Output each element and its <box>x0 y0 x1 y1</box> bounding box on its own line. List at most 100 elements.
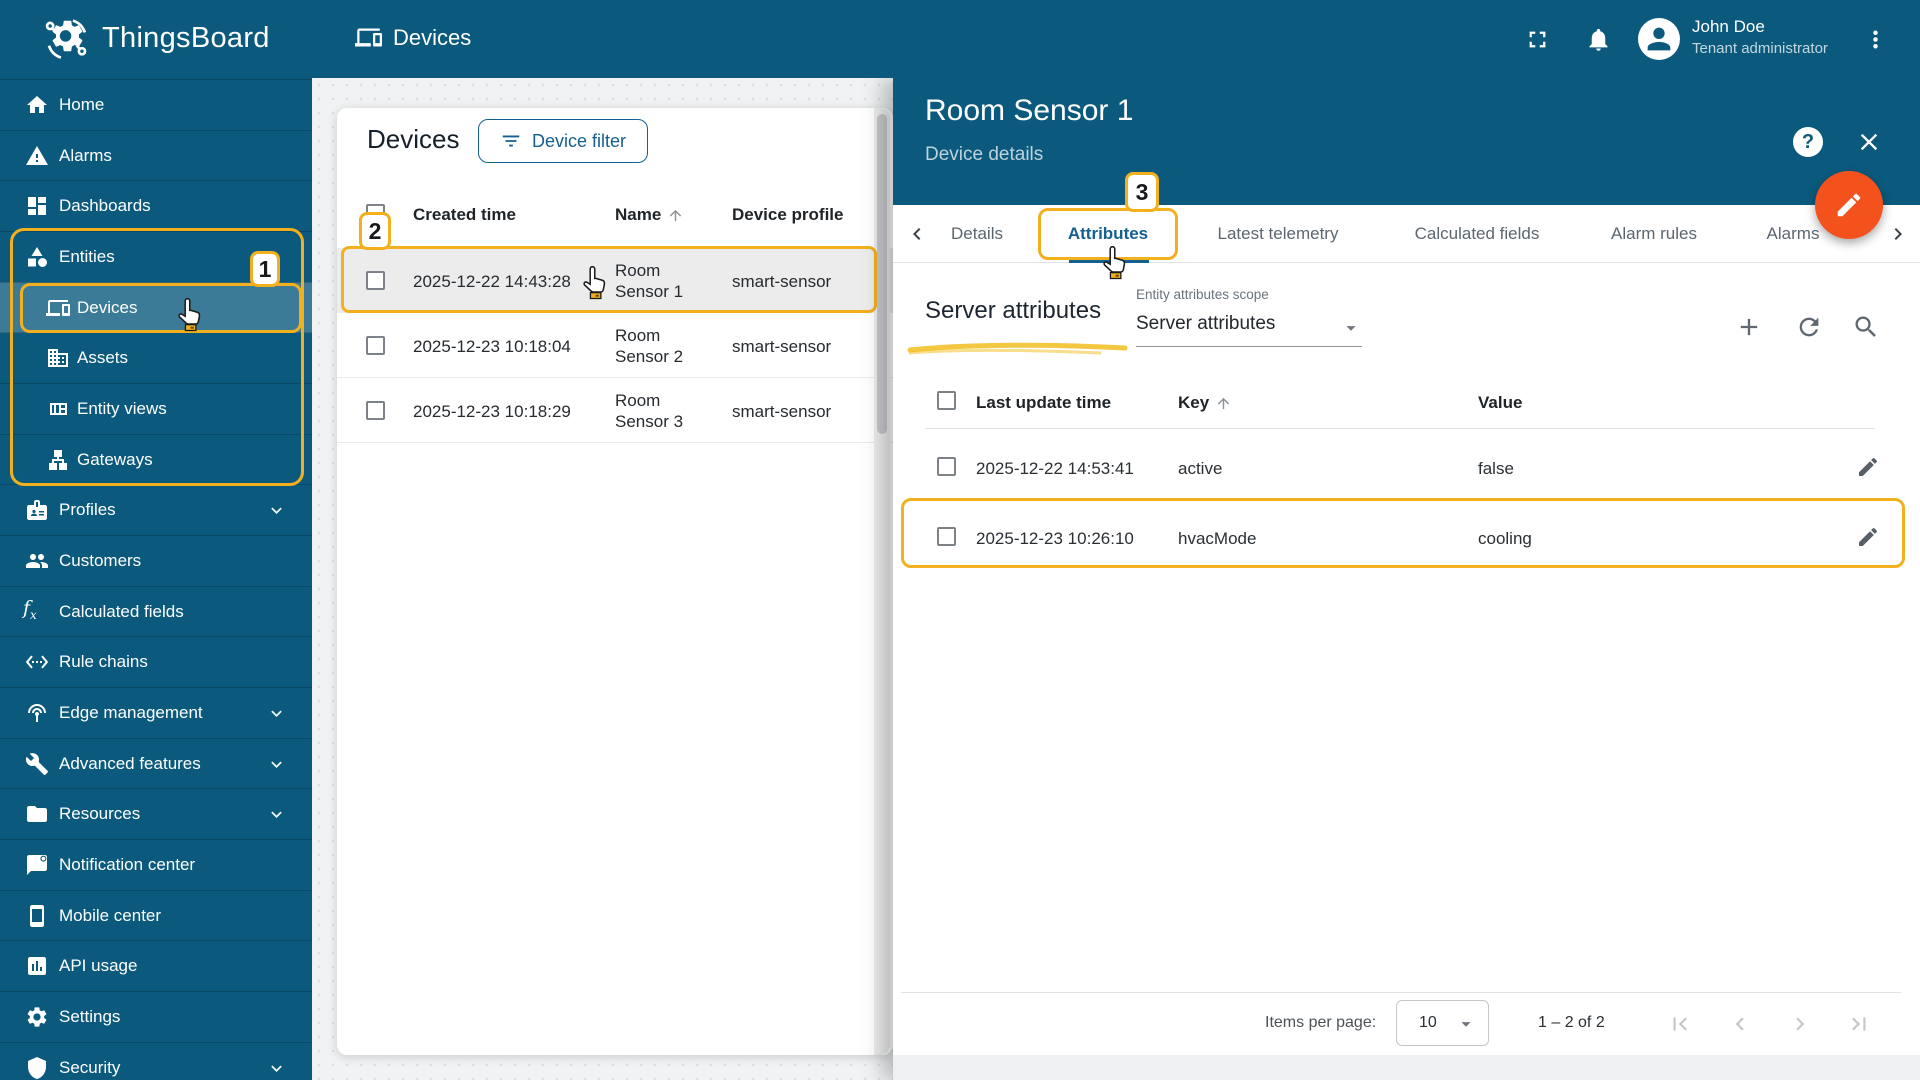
sidebar-item-gateways[interactable]: Gateways <box>0 434 312 485</box>
scrollbar-thumb[interactable] <box>877 114 887 434</box>
refresh-icon[interactable] <box>1795 313 1823 341</box>
previous-page-icon[interactable] <box>1727 1011 1753 1037</box>
badge-icon <box>25 498 49 522</box>
fullscreen-icon[interactable] <box>1524 26 1551 53</box>
select-all-checkbox[interactable] <box>937 391 956 410</box>
device-name-cell: Room Sensor 2 <box>615 326 684 366</box>
value-cell: false <box>1478 459 1514 478</box>
tab-alarms[interactable]: Alarms <box>1767 205 1820 263</box>
edit-pencil-icon[interactable] <box>1856 525 1880 549</box>
sidebar-item-assets[interactable]: Assets <box>0 332 312 383</box>
search-icon[interactable] <box>1852 313 1880 341</box>
device-row-1[interactable]: 2025-12-22 14:43:28 Room Sensor 1 smart-… <box>337 248 893 313</box>
device-filter-button[interactable]: Device filter <box>478 119 648 163</box>
notifications-bell-icon[interactable] <box>1585 26 1612 53</box>
hand-drawn-underline <box>907 342 1128 355</box>
sidebar-item-entity-views[interactable]: Entity views <box>0 383 312 434</box>
add-attribute-icon[interactable] <box>1735 313 1763 341</box>
items-per-page-select[interactable]: 10 <box>1396 1000 1489 1046</box>
sidebar-item-rule-chains[interactable]: Rule chains <box>0 636 312 687</box>
devices-panel-title: Devices <box>367 124 460 154</box>
sidebar-item-notification-center[interactable]: Notification center <box>0 839 312 890</box>
sidebar-item-mobile-center[interactable]: Mobile center <box>0 890 312 941</box>
device-row-2[interactable]: 2025-12-23 10:18:04 Room Sensor 2 smart-… <box>337 313 893 378</box>
breadcrumb[interactable]: Devices <box>355 24 471 51</box>
tab-details[interactable]: Details <box>951 205 1003 263</box>
sidebar: Home Alarms Dashboards Entities Devices … <box>0 78 312 1080</box>
column-name[interactable]: Name <box>615 205 684 225</box>
sidebar-item-edge-management[interactable]: Edge management <box>0 687 312 738</box>
row-checkbox[interactable] <box>366 401 385 420</box>
tools-icon <box>25 752 49 776</box>
column-last-update-time[interactable]: Last update time <box>976 393 1111 413</box>
row-checkbox[interactable] <box>937 527 956 546</box>
help-icon[interactable]: ? <box>1793 127 1823 157</box>
sidebar-item-alarms[interactable]: Alarms <box>0 130 312 181</box>
column-key[interactable]: Key <box>1178 393 1232 413</box>
sidebar-item-resources[interactable]: Resources <box>0 788 312 839</box>
home-icon <box>25 93 49 117</box>
column-device-profile[interactable]: Device profile <box>732 205 844 225</box>
sidebar-item-dashboards[interactable]: Dashboards <box>0 180 312 231</box>
sidebar-item-calculated-fields[interactable]: fx Calculated fields <box>0 586 312 637</box>
step-marker-1: 1 <box>250 251 280 287</box>
sidebar-item-settings[interactable]: Settings <box>0 991 312 1042</box>
sidebar-item-devices[interactable]: Devices <box>0 282 312 333</box>
sidebar-item-home[interactable]: Home <box>0 79 312 130</box>
column-created-time[interactable]: Created time <box>413 205 516 225</box>
scope-select[interactable]: Server attributes <box>1136 305 1362 347</box>
tab-alarm-rules[interactable]: Alarm rules <box>1611 205 1697 263</box>
sidebar-item-customers[interactable]: Customers <box>0 535 312 586</box>
first-page-icon[interactable] <box>1667 1011 1693 1037</box>
sort-asc-icon <box>1215 395 1232 412</box>
chevron-down-icon <box>266 1058 287 1079</box>
divider <box>901 992 1901 993</box>
sidebar-item-api-usage[interactable]: API usage <box>0 940 312 991</box>
tabs-scroll-left-icon[interactable] <box>905 222 929 246</box>
next-page-icon[interactable] <box>1787 1011 1813 1037</box>
column-value[interactable]: Value <box>1478 393 1522 413</box>
sidebar-item-security[interactable]: Security <box>0 1042 312 1080</box>
close-icon[interactable] <box>1855 128 1883 156</box>
device-profile-cell: smart-sensor <box>732 337 832 356</box>
hand-cursor-icon <box>175 297 203 334</box>
created-time-cell: 2025-12-23 10:18:29 <box>413 402 571 421</box>
user-info[interactable]: John Doe Tenant administrator <box>1692 16 1828 60</box>
row-checkbox[interactable] <box>366 336 385 355</box>
attributes-table-header: Last update time Key Value <box>893 381 1920 425</box>
gear-icon <box>25 1005 49 1029</box>
chevron-down-icon <box>266 500 287 521</box>
attribute-row-hvacmode[interactable]: 2025-12-23 10:26:10 hvacMode cooling <box>893 503 1920 571</box>
warning-icon <box>25 144 49 168</box>
sidebar-item-advanced-features[interactable]: Advanced features <box>0 738 312 789</box>
chevron-down-icon <box>266 754 287 775</box>
tab-latest-telemetry[interactable]: Latest telemetry <box>1218 205 1339 263</box>
tab-calculated-fields[interactable]: Calculated fields <box>1415 205 1540 263</box>
more-vert-icon[interactable] <box>1862 26 1889 53</box>
avatar[interactable] <box>1638 18 1680 60</box>
attribute-row-active[interactable]: 2025-12-22 14:53:41 active false <box>893 433 1920 501</box>
notification-bubble-icon <box>25 853 49 877</box>
rule-chain-icon <box>25 650 49 674</box>
last-update-cell: 2025-12-22 14:53:41 <box>976 459 1134 478</box>
devices-scrollbar[interactable] <box>874 108 890 1055</box>
breadcrumb-label: Devices <box>393 24 472 50</box>
sidebar-item-profiles[interactable]: Profiles <box>0 484 312 535</box>
hand-cursor-icon <box>580 265 608 302</box>
edit-pencil-icon[interactable] <box>1856 455 1880 479</box>
tabs-scroll-right-icon[interactable] <box>1886 222 1910 246</box>
last-update-cell: 2025-12-23 10:26:10 <box>976 529 1134 548</box>
filter-icon <box>500 130 522 152</box>
device-profile-cell: smart-sensor <box>732 272 832 291</box>
shapes-icon <box>25 245 49 269</box>
device-details-drawer: Room Sensor 1 Device details ? Details A… <box>893 78 1920 1080</box>
devices-icon <box>46 296 70 320</box>
last-page-icon[interactable] <box>1846 1011 1872 1037</box>
device-name-cell: Room Sensor 1 <box>615 261 684 301</box>
row-checkbox[interactable] <box>366 271 385 290</box>
row-checkbox[interactable] <box>937 457 956 476</box>
scope-value: Server attributes <box>1136 313 1276 334</box>
device-row-3[interactable]: 2025-12-23 10:18:29 Room Sensor 3 smart-… <box>337 378 893 443</box>
user-role: Tenant administrator <box>1692 40 1828 57</box>
edit-fab-button[interactable] <box>1815 171 1883 239</box>
